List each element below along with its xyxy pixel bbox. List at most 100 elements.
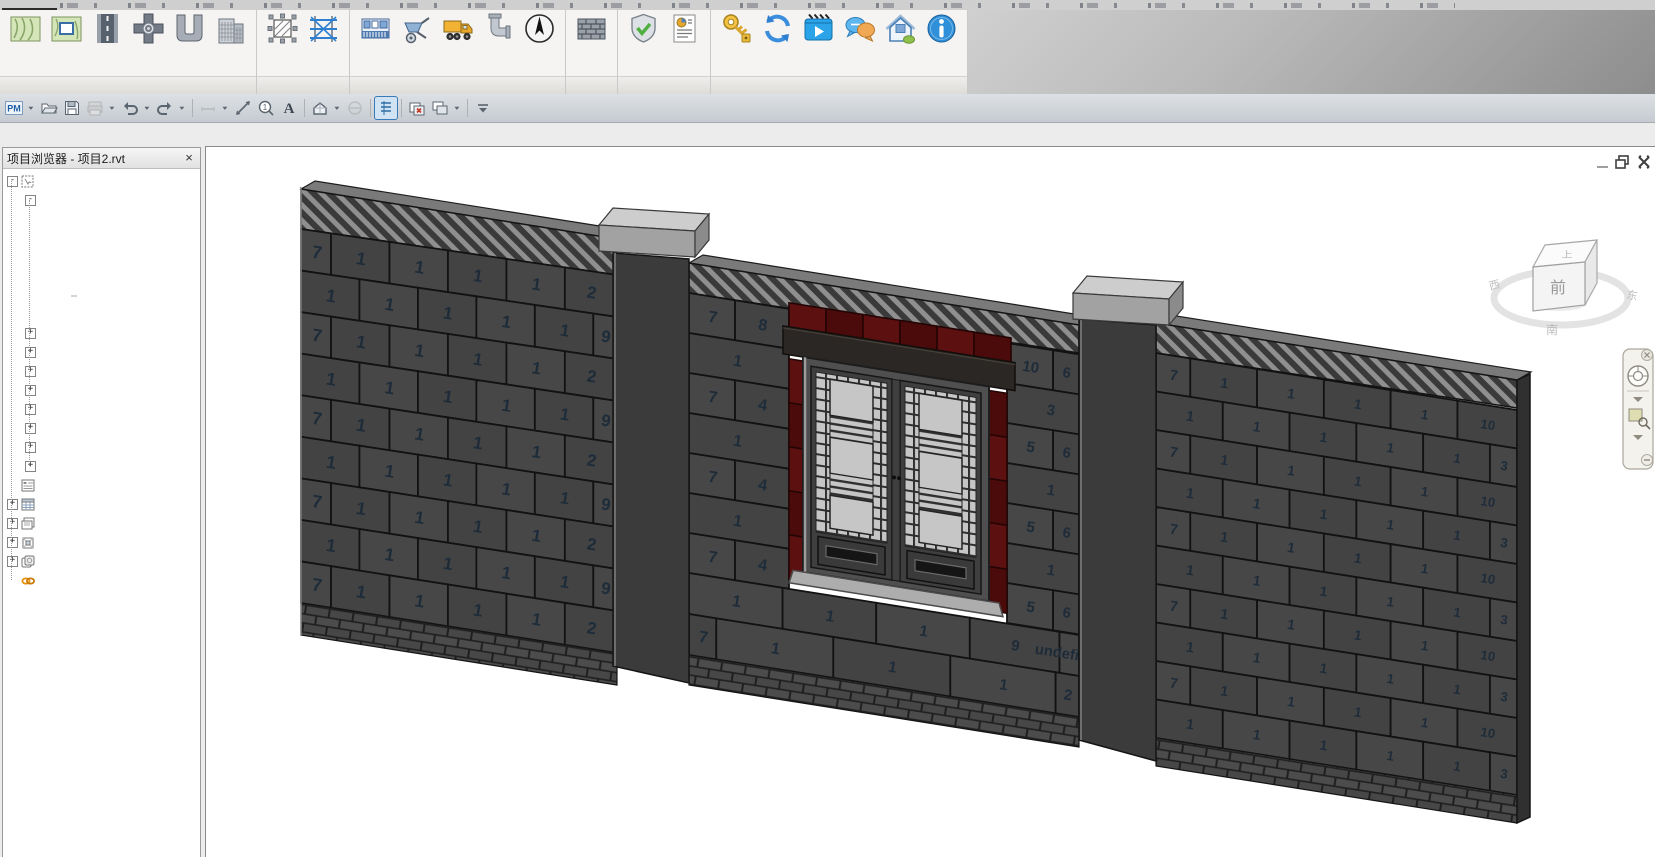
ribbon-button-关 于[interactable] [921, 11, 962, 45]
text-button[interactable]: A [278, 97, 300, 119]
tree-plus-box[interactable]: + [7, 537, 18, 548]
switch-windows-caret[interactable] [452, 97, 463, 119]
redo-button[interactable] [154, 97, 176, 119]
viewcube-front-face[interactable]: 前 [1550, 279, 1566, 297]
view-restore-button[interactable] [1616, 156, 1628, 168]
tree-item-T.O. Fnd. 墙[interactable] [3, 210, 200, 229]
ribbon-button-水电设施[interactable] [478, 11, 519, 45]
tree-item-面积平面 (防火分区面积)[interactable]: + [3, 457, 200, 476]
ribbon-button-创建道路[interactable] [87, 11, 128, 45]
ribbon-button-图例标记[interactable] [519, 11, 560, 45]
undo-button[interactable] [119, 97, 141, 119]
ribbon-button-统计报表[interactable] [664, 11, 705, 45]
ribbon-button-措施设施[interactable] [396, 11, 437, 45]
ribbon-button-砌体排砖[interactable] [571, 11, 612, 45]
tree-item-标高 1[interactable] [3, 286, 200, 305]
measure-caret[interactable] [220, 97, 231, 119]
measure-button[interactable] [197, 97, 219, 119]
tree-item-族[interactable]: + [3, 533, 200, 552]
ribbon-button-机械设备[interactable] [437, 11, 478, 45]
tree-plus-box[interactable]: + [7, 518, 18, 529]
ribbon-button-创建地坪[interactable] [46, 11, 87, 45]
navigation-bar[interactable] [1623, 349, 1653, 469]
thin-lines-toggle[interactable] [375, 97, 397, 119]
tree-plus-box[interactable]: + [25, 404, 36, 415]
3d-view[interactable]: 7111121111197111121111197111121111197111… [206, 147, 1655, 857]
tree-item-图例[interactable] [3, 476, 200, 495]
tree-plus-box[interactable]: + [25, 347, 36, 358]
customize-qat-button[interactable] [472, 97, 494, 119]
ribbon-button-地形表面[interactable] [5, 11, 46, 45]
tree-item-标高 2[interactable] [3, 305, 200, 324]
ribbon-button-生成路口[interactable] [128, 11, 169, 45]
viewcube-top-face[interactable]: 上 [1562, 250, 1573, 260]
tree-item-面积平面 (总建筑面积)[interactable]: + [3, 438, 200, 457]
save-button[interactable] [61, 97, 83, 119]
pilaster[interactable] [613, 253, 689, 683]
tree-item-场地[interactable] [3, 267, 200, 286]
view-close-button[interactable] [1639, 156, 1649, 168]
default-3d-view-button[interactable] [309, 97, 331, 119]
lattice-window[interactable] [783, 302, 1015, 619]
tree-plus-box[interactable]: + [25, 328, 36, 339]
print-caret[interactable] [107, 97, 118, 119]
tree-item-图纸 (全部)[interactable]: + [3, 514, 200, 533]
tree-plus-box[interactable]: + [25, 366, 36, 377]
section-button[interactable] [344, 97, 366, 119]
tag-by-category-button[interactable]: 1 [255, 97, 277, 119]
tree-item-组[interactable]: + [3, 552, 200, 571]
ribbon-button-安全文明检查[interactable] [623, 11, 664, 45]
tree-item-楼层平面[interactable]: - [3, 191, 200, 210]
tree-plus-box[interactable]: + [7, 499, 18, 510]
steering-wheel-button[interactable] [1628, 366, 1648, 386]
tree-plus-box[interactable]: + [25, 385, 36, 396]
aligned-dimension-button[interactable] [232, 97, 254, 119]
print-button[interactable] [84, 97, 106, 119]
ribbon-button-QQ支持[interactable] [839, 11, 880, 45]
sash-right[interactable] [900, 380, 981, 594]
tree-minus-box[interactable]: - [25, 195, 36, 206]
ribbon-button-检查更新[interactable] [757, 11, 798, 45]
tree-item-明细表/数量[interactable]: + [3, 495, 200, 514]
close-inactive-windows-button[interactable] [406, 97, 428, 119]
ribbon-button-创建基坑[interactable] [169, 11, 210, 45]
ribbon-button-办公生活[interactable] [355, 11, 396, 45]
tree-item-T.O. 楼板[interactable] [3, 248, 200, 267]
ribbon-button-教学视频[interactable] [798, 11, 839, 45]
sash-left[interactable] [811, 366, 892, 580]
tree-item-视图 (全部)[interactable]: - [3, 172, 200, 191]
tree-item-三维视图[interactable]: + [3, 362, 200, 381]
tree-item-Revit 链接[interactable] [3, 571, 200, 590]
ribbon-button-脚手架[interactable] [303, 11, 344, 45]
viewcube[interactable]: 西东南前上 [1488, 240, 1639, 337]
tree-item-面积平面 (人防分区面积)[interactable]: + [3, 400, 200, 419]
3d-view-caret[interactable] [332, 97, 343, 119]
ribbon-button-官方网站[interactable] [880, 11, 921, 45]
undo-caret[interactable] [142, 97, 153, 119]
tree-item-立面 (建筑立面)[interactable]: + [3, 381, 200, 400]
tree-item-三维视图 (HW-默认)[interactable]: + [3, 343, 200, 362]
tree-plus-box[interactable]: + [25, 423, 36, 434]
tree-plus-box[interactable]: + [7, 556, 18, 567]
tree-plus-box[interactable]: + [25, 442, 36, 453]
viewcube-east-label[interactable]: 东 [1625, 288, 1638, 303]
ribbon-button-授 权[interactable] [716, 11, 757, 45]
tree-item-面积平面 (净面积)[interactable]: + [3, 419, 200, 438]
ribbon-button-基坑围护墙[interactable] [262, 11, 303, 45]
viewcube-south-label[interactable]: 南 [1546, 322, 1558, 337]
tree-plus-box[interactable]: + [25, 461, 36, 472]
drawing-area[interactable]: 7111121111197111121111197111121111197111… [205, 146, 1655, 857]
project-browser-close-icon[interactable]: × [182, 151, 196, 165]
tree-item-T.O. 基脚[interactable] [3, 229, 200, 248]
pilaster[interactable] [1079, 319, 1156, 761]
navbar-close-button[interactable] [1642, 350, 1653, 361]
ribbon-button-创建拟建[interactable] [210, 11, 251, 45]
pan-button[interactable] [1642, 455, 1653, 466]
tree-item-天花板平面[interactable]: + [3, 324, 200, 343]
tree-minus-box[interactable]: - [7, 176, 18, 187]
project-browser-titlebar[interactable]: 项目浏览器 - 项目2.rvt × [3, 148, 200, 169]
pm-menu-caret[interactable] [26, 97, 37, 119]
open-button[interactable] [38, 97, 60, 119]
switch-windows-button[interactable] [429, 97, 451, 119]
pm-menu-button[interactable]: PM [3, 97, 25, 119]
